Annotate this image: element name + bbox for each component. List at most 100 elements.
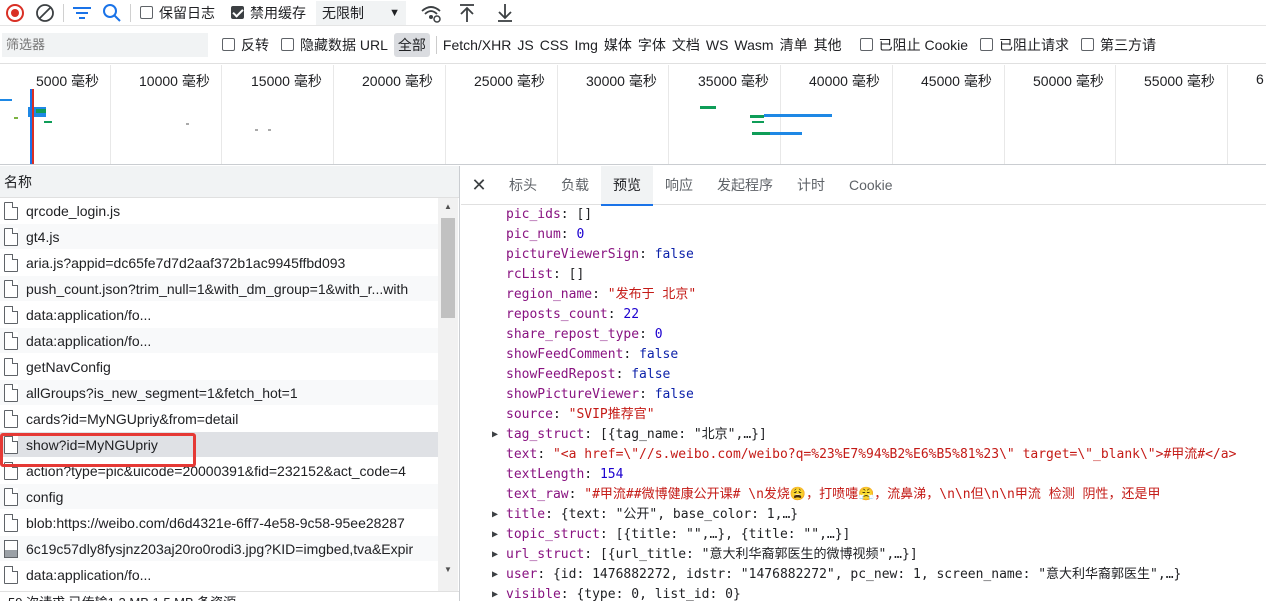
- third-party-checkbox[interactable]: 第三方请: [1081, 35, 1156, 55]
- expand-arrow-icon[interactable]: ▶: [492, 545, 498, 565]
- type-filter-css[interactable]: CSS: [540, 37, 569, 53]
- overview-tick-label: 5000 毫秒: [36, 73, 100, 89]
- scroll-up-arrow-icon[interactable]: ▲: [438, 198, 458, 214]
- filter-input[interactable]: [2, 32, 208, 57]
- wifi-settings-icon: [421, 5, 441, 23]
- json-key: visible: [506, 587, 561, 601]
- tab-payload[interactable]: 负载: [549, 166, 601, 205]
- checkbox-unchecked[interactable]: [980, 38, 994, 51]
- invert-checkbox[interactable]: 反转: [222, 35, 269, 55]
- json-property[interactable]: ▶ title: {text: "公开", base_color: 1,…}: [492, 505, 1266, 525]
- json-key: text_raw: [506, 487, 569, 502]
- type-filter-fetch-xhr[interactable]: Fetch/XHR: [443, 37, 511, 53]
- request-row[interactable]: data:application/fo...: [0, 302, 438, 328]
- overview-request-bar: [186, 123, 189, 125]
- request-row[interactable]: data:application/fo...: [0, 562, 438, 588]
- checkbox-unchecked[interactable]: [140, 6, 153, 19]
- request-row[interactable]: data:application/fo...: [0, 328, 438, 354]
- request-list-panel: 名称 qrcode_login.js gt4.js aria.js?appid=dc…: [0, 166, 460, 601]
- overview-gridline: [1004, 65, 1005, 164]
- json-colon: :: [552, 407, 569, 422]
- json-preview: pic_ids: [] pic_num: 0 pictureViewerSign: …: [461, 205, 1266, 601]
- close-detail-icon[interactable]: ✕: [461, 175, 497, 196]
- type-filter-manifest[interactable]: 清单: [780, 35, 808, 55]
- network-overview[interactable]: 5000 毫秒 10000 毫秒 15000 毫秒 20000 毫秒 25000…: [0, 65, 1266, 165]
- throttling-select[interactable]: 无限制 ▼: [316, 0, 406, 25]
- name-column-header[interactable]: 名称: [0, 166, 459, 198]
- expand-arrow-icon[interactable]: ▶: [492, 565, 498, 585]
- filter-toggle-button[interactable]: [67, 0, 97, 26]
- request-row[interactable]: qrcode_login.js: [0, 198, 438, 224]
- request-list-scrollbar[interactable]: ▲ ▼: [438, 198, 458, 601]
- hide-data-url-label: 隐藏数据 URL: [300, 36, 388, 53]
- request-row[interactable]: config: [0, 484, 438, 510]
- type-filter-ws[interactable]: WS: [706, 37, 729, 53]
- request-name: show?id=MyNGUpriy: [26, 436, 158, 453]
- clear-button[interactable]: [30, 0, 60, 26]
- overview-gridline: [221, 65, 222, 164]
- request-row[interactable]: allGroups?is_new_segment=1&fetch_hot=1: [0, 380, 438, 406]
- search-button[interactable]: [97, 0, 127, 26]
- disable-cache-checkbox[interactable]: 禁用缓存: [231, 3, 306, 23]
- request-row[interactable]: gt4.js: [0, 224, 438, 250]
- expand-arrow-icon[interactable]: ▶: [492, 505, 498, 525]
- tab-headers[interactable]: 标头: [497, 166, 549, 205]
- request-name: data:application/fo...: [26, 306, 152, 323]
- json-property[interactable]: ▶ tag_struct: [{tag_name: "北京",…}]: [492, 425, 1266, 445]
- overview-request-bar: [14, 117, 18, 119]
- record-icon: [6, 3, 24, 22]
- json-property[interactable]: ▶ visible: {type: 0, list_id: 0}: [492, 585, 1266, 601]
- checkbox-unchecked[interactable]: [222, 38, 235, 51]
- json-property[interactable]: ▶ url_struct: [{url_title: "意大利华裔郭医生的微博视频…: [492, 545, 1266, 565]
- overview-request-bar: [44, 121, 52, 123]
- dropdown-caret-icon: ▼: [389, 6, 400, 19]
- checkbox-checked[interactable]: [231, 6, 244, 19]
- checkbox-unchecked[interactable]: [859, 38, 873, 51]
- network-conditions-button[interactable]: [416, 0, 446, 26]
- request-row[interactable]: action?type=pic&uicode=20000391&fid=2321…: [0, 458, 438, 484]
- request-row[interactable]: getNavConfig: [0, 354, 438, 380]
- tab-preview[interactable]: 预览: [601, 166, 653, 206]
- checkbox-unchecked[interactable]: [1081, 38, 1095, 51]
- type-filter-other[interactable]: 其他: [814, 35, 842, 55]
- type-filter-font[interactable]: 字体: [638, 35, 666, 55]
- record-button[interactable]: [0, 0, 30, 26]
- request-row[interactable]: 6c19c57dly8fysjnz203aj20ro0rodi3.jpg?KID…: [0, 536, 438, 562]
- tab-response[interactable]: 响应: [653, 166, 705, 205]
- tab-initiator[interactable]: 发起程序: [705, 166, 785, 205]
- file-icon: [4, 487, 18, 506]
- detail-tab-bar: ✕ 标头 负载 预览 响应 发起程序 计时 Cookie: [461, 166, 1266, 206]
- type-filter-js[interactable]: JS: [517, 37, 533, 53]
- hide-data-url-checkbox[interactable]: 隐藏数据 URL: [281, 35, 388, 55]
- file-icon: [4, 305, 18, 324]
- type-filter-doc[interactable]: 文档: [672, 35, 700, 55]
- request-row[interactable]: push_count.json?trim_null=1&with_dm_grou…: [0, 276, 438, 302]
- type-filter-wasm[interactable]: Wasm: [734, 37, 773, 53]
- type-filter-media[interactable]: 媒体: [604, 35, 632, 55]
- request-row[interactable]: aria.js?appid=dc65fe7d7d2aaf372b1ac9945f…: [0, 250, 438, 276]
- export-har-button[interactable]: [490, 0, 520, 26]
- type-filter-img[interactable]: Img: [575, 37, 598, 53]
- blocked-requests-checkbox[interactable]: 已阻止请求: [980, 35, 1069, 55]
- preserve-log-checkbox[interactable]: 保留日志: [140, 3, 215, 23]
- request-row[interactable]: blob:https://weibo.com/d6d4321e-6ff7-4e5…: [0, 510, 438, 536]
- json-property[interactable]: ▶ user: {id: 1476882272, idstr: "14768822…: [492, 565, 1266, 585]
- import-har-button[interactable]: [452, 0, 482, 26]
- blocked-cookies-checkbox[interactable]: 已阻止 Cookie: [859, 35, 968, 55]
- json-key: text: [506, 447, 538, 462]
- tab-cookies[interactable]: Cookie: [837, 166, 905, 205]
- overview-request-bar: [770, 132, 802, 135]
- tab-timing[interactable]: 计时: [785, 166, 837, 205]
- expand-arrow-icon[interactable]: ▶: [492, 525, 498, 545]
- scroll-down-arrow-icon[interactable]: ▼: [438, 561, 458, 577]
- expand-arrow-icon[interactable]: ▶: [492, 585, 498, 601]
- type-filter-all[interactable]: 全部: [393, 32, 430, 57]
- scrollbar-thumb[interactable]: [441, 218, 455, 318]
- request-row[interactable]: show?id=MyNGUpriy: [0, 432, 438, 458]
- json-property[interactable]: ▶ topic_struct: [{title: "",…}, {title: "…: [492, 525, 1266, 545]
- expand-arrow-icon[interactable]: ▶: [492, 425, 498, 445]
- request-name: allGroups?is_new_segment=1&fetch_hot=1: [26, 384, 298, 401]
- request-name: 6c19c57dly8fysjnz203aj20ro0rodi3.jpg?KID…: [26, 540, 414, 557]
- checkbox-unchecked[interactable]: [281, 38, 294, 51]
- request-row[interactable]: cards?id=MyNGUpriy&from=detail: [0, 406, 438, 432]
